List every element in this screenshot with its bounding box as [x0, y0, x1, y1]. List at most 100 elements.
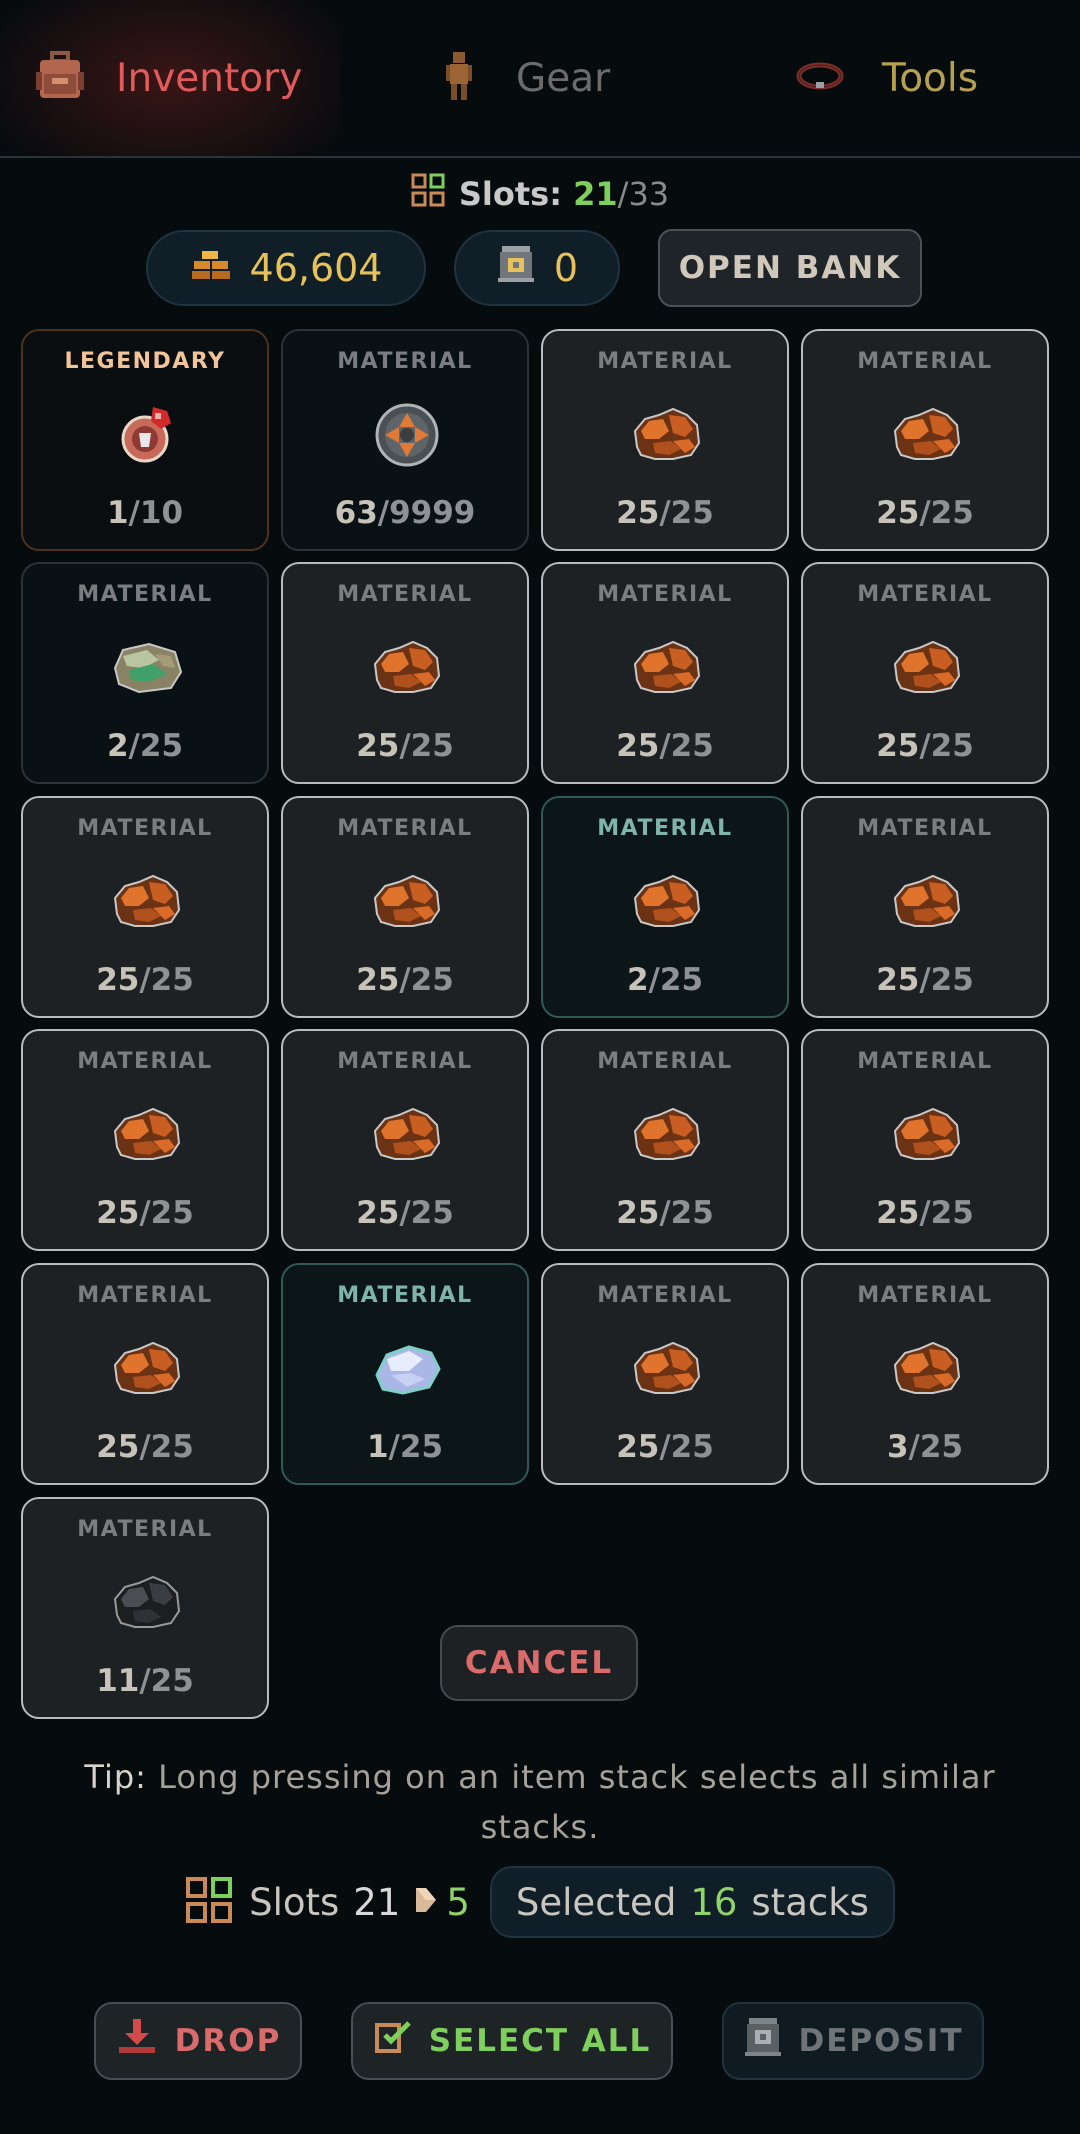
item-count: 3	[886, 1429, 909, 1465]
item-type-label: MATERIAL	[77, 582, 213, 607]
gold-amount: 46,604	[249, 246, 383, 290]
item-max: 25	[150, 1429, 194, 1465]
grid-icon	[185, 1876, 233, 1928]
item-stack-count: 25/25	[356, 962, 454, 998]
item-stack-count: 25/25	[876, 962, 974, 998]
item-max: 25	[670, 728, 714, 764]
white-crystal-icon	[369, 1335, 445, 1403]
item-count: 25	[616, 1195, 660, 1231]
item-max: 10	[139, 495, 184, 531]
tab-label: Inventory	[116, 55, 303, 101]
item-count: 63	[334, 495, 378, 531]
green-ore-icon	[109, 634, 185, 702]
inventory-slot[interactable]: MATERIAL 25/25	[281, 796, 529, 1018]
item-count: 25	[96, 1429, 140, 1465]
item-type-label: MATERIAL	[857, 349, 993, 374]
open-bank-button[interactable]: OPEN BANK	[658, 229, 922, 307]
slots-separator: /	[617, 175, 629, 213]
item-count: 25	[876, 962, 920, 998]
item-stack-count: 25/25	[616, 728, 714, 764]
item-type-label: MATERIAL	[77, 1283, 213, 1308]
item-stack-count: 1/10	[106, 495, 184, 531]
item-stack-count: 25/25	[96, 1195, 194, 1231]
tab-gear[interactable]: Gear	[446, 0, 610, 156]
copper-ore-icon	[889, 401, 965, 469]
item-type-label: MATERIAL	[77, 816, 213, 841]
item-max: 25	[930, 728, 974, 764]
item-stack-count: 11/25	[96, 1663, 194, 1699]
item-max: 25	[919, 1429, 964, 1465]
copper-ore-icon	[889, 868, 965, 936]
item-count: 25	[356, 1195, 400, 1231]
inventory-slot[interactable]: MATERIAL 3/25	[801, 1263, 1049, 1485]
select-all-button[interactable]: SELECT ALL	[351, 2002, 673, 2080]
item-type-label: MATERIAL	[857, 1049, 993, 1074]
select-all-label: SELECT ALL	[428, 2023, 652, 2059]
gold-coins-icon	[190, 246, 232, 290]
item-stack-count: 2/25	[626, 962, 704, 998]
inventory-slot[interactable]: MATERIAL 25/25	[21, 796, 269, 1018]
backpack-icon	[34, 50, 86, 106]
item-type-label: MATERIAL	[77, 1049, 213, 1074]
item-type-label: MATERIAL	[597, 349, 733, 374]
item-max: 25	[150, 1663, 194, 1699]
copper-ore-icon	[889, 1101, 965, 1169]
inventory-slot[interactable]: MATERIAL 25/25	[281, 1029, 529, 1251]
inventory-slot[interactable]: MATERIAL 25/25	[801, 329, 1049, 551]
item-type-label: MATERIAL	[857, 816, 993, 841]
inventory-slot[interactable]: MATERIAL 25/25	[801, 562, 1049, 784]
bank-vault-icon	[743, 2016, 783, 2066]
inventory-slot[interactable]: MATERIAL 25/25	[801, 1029, 1049, 1251]
item-max: 25	[930, 495, 974, 531]
grid-icon	[411, 173, 445, 215]
inventory-slot[interactable]: MATERIAL 11/25	[21, 1497, 269, 1719]
tool-ring-icon	[796, 61, 844, 95]
item-type-label: LEGENDARY	[64, 349, 226, 374]
tip-prefix: Tip:	[84, 1758, 147, 1796]
inventory-slot[interactable]: MATERIAL 1/25	[281, 1263, 529, 1485]
copper-ore-icon	[629, 1335, 705, 1403]
tab-inventory[interactable]: Inventory	[0, 0, 340, 156]
selected-suffix: stacks	[751, 1880, 869, 1924]
copper-ore-icon	[369, 868, 445, 936]
inventory-slot[interactable]: MATERIAL 25/25	[541, 329, 789, 551]
inventory-slot[interactable]: MATERIAL 25/25	[21, 1029, 269, 1251]
selected-prefix: Selected	[515, 1880, 677, 1924]
coal-ore-icon	[109, 1569, 185, 1637]
selection-summary: Slots 21 5 Selected 16 stacks	[0, 1866, 1080, 1938]
item-type-label: MATERIAL	[597, 1049, 733, 1074]
item-type-label: MATERIAL	[337, 1049, 473, 1074]
item-type-label: MATERIAL	[857, 582, 993, 607]
cancel-button[interactable]: CANCEL	[440, 1625, 638, 1701]
item-type-label: MATERIAL	[337, 349, 473, 374]
inventory-slot[interactable]: MATERIAL 25/25	[541, 1263, 789, 1485]
item-type-label: MATERIAL	[337, 816, 473, 841]
inventory-slot[interactable]: MATERIAL 25/25	[801, 796, 1049, 1018]
item-count: 1	[106, 495, 129, 531]
inventory-slot[interactable]: MATERIAL 25/25	[281, 562, 529, 784]
inventory-slot[interactable]: MATERIAL 25/25	[541, 1029, 789, 1251]
inventory-slot[interactable]: MATERIAL 2/25	[541, 796, 789, 1018]
item-stack-count: 25/25	[96, 962, 194, 998]
item-type-label: MATERIAL	[337, 1283, 473, 1308]
inventory-slot[interactable]: MATERIAL 25/25	[541, 562, 789, 784]
deposit-button[interactable]: DEPOSIT	[722, 2002, 984, 2080]
item-max: 25	[410, 962, 454, 998]
drop-button[interactable]: DROP	[94, 2002, 302, 2080]
item-type-label: MATERIAL	[857, 1283, 993, 1308]
copper-ore-icon	[109, 1101, 185, 1169]
item-max: 25	[670, 1195, 714, 1231]
inventory-slot[interactable]: MATERIAL 25/25	[21, 1263, 269, 1485]
item-count: 25	[356, 962, 400, 998]
inventory-slot[interactable]: LEGENDARY 1/10	[21, 329, 269, 551]
item-stack-count: 1/25	[366, 1429, 444, 1465]
item-count: 25	[96, 962, 140, 998]
inventory-slot[interactable]: MATERIAL 63/9999	[281, 329, 529, 551]
item-max: 25	[670, 1429, 714, 1465]
tab-tools[interactable]: Tools	[796, 0, 978, 156]
gear-disc-icon	[369, 401, 445, 469]
item-stack-count: 25/25	[616, 1195, 714, 1231]
drop-icon	[115, 2017, 159, 2065]
item-stack-count: 25/25	[616, 1429, 714, 1465]
inventory-slot[interactable]: MATERIAL 2/25	[21, 562, 269, 784]
